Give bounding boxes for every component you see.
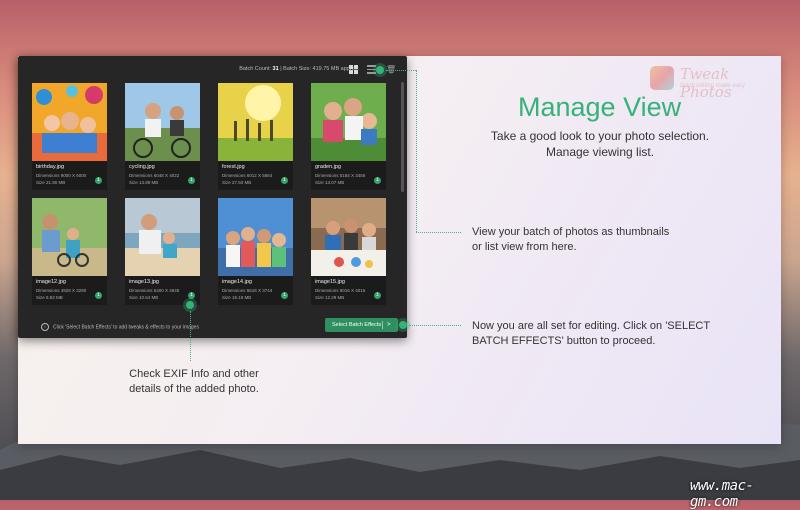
list-view-icon[interactable] <box>367 65 376 74</box>
callout-dot-view <box>376 66 384 74</box>
photo-filename: birthday.jpg <box>36 164 65 170</box>
photo-filename: image14.jpg <box>222 279 252 285</box>
photo-dimensions: Dimensions 6012 X 5664 <box>222 173 273 178</box>
photo-thumbnail <box>125 198 200 276</box>
watermark: www.mac-gm.com <box>690 478 754 510</box>
scrollbar[interactable] <box>401 82 404 192</box>
photo-dimensions: Dimensions 6048 X 4022 <box>129 173 180 178</box>
footer-hint-text: Click 'Select Batch Effects' to add twea… <box>53 324 199 331</box>
photo-thumbnail <box>32 198 107 276</box>
callout-line-view-end <box>416 232 461 233</box>
photo-thumbnail <box>311 83 386 161</box>
logo-tagline: batch editing made easy <box>680 83 746 89</box>
callout-line-view-vertical <box>416 70 417 232</box>
select-batch-effects-label: Select Batch Effects <box>332 322 382 328</box>
photo-size: Size 12.29 MB <box>315 295 345 300</box>
callout-line-view <box>386 70 416 71</box>
photo-card[interactable]: image12.jpg Dimensions 4928 X 3280 Size … <box>32 198 107 305</box>
photo-card[interactable]: image14.jpg Dimensions 5616 X 3744 Size … <box>218 198 293 305</box>
chevron-right-icon: > <box>387 322 391 328</box>
callout-dot-select <box>399 321 407 329</box>
photo-size: Size 13.89 MB <box>129 180 159 185</box>
app-window: Batch Count: 31 | Batch Size: 419.75 MB … <box>18 56 407 338</box>
tutorial-title: Manage View <box>518 92 682 122</box>
photo-card[interactable]: cycling.jpg Dimensions 6048 X 4022 Size … <box>125 83 200 190</box>
select-batch-effects-button[interactable]: Select Batch Effects > <box>325 318 398 332</box>
note-select-line-2: BATCH EFFECTS' button to proceed. <box>472 335 656 347</box>
batch-count-value: 31 <box>272 66 279 72</box>
note-view-toggle: View your batch of photos as thumbnails … <box>472 225 669 255</box>
subtitle-line-2: Manage viewing list. <box>545 145 655 159</box>
photo-dimensions: Dimensions 6016 X 4016 <box>315 288 366 293</box>
callout-dot-exif <box>186 301 194 309</box>
photo-card[interactable]: image15.jpg Dimensions 6016 X 4016 Size … <box>311 198 386 305</box>
photo-card[interactable]: birthday.jpg Dimensions 9000 X 6000 Size… <box>32 83 107 190</box>
batch-count-label: Batch Count: <box>239 66 271 72</box>
note-exif-line-1: Check EXIF Info and other <box>129 368 259 380</box>
footer-hint: i Click 'Select Batch Effects' to add twe… <box>41 323 199 331</box>
note-view-line-2: or list view from here. <box>472 241 577 253</box>
note-exif-line-2: details of the added photo. <box>129 383 259 395</box>
info-icon[interactable]: i <box>281 177 288 184</box>
photo-size: Size 16.18 MB <box>222 295 252 300</box>
info-outline-icon: i <box>41 323 49 331</box>
photo-dimensions: Dimensions 4928 X 3280 <box>36 288 87 293</box>
info-icon[interactable]: i <box>374 177 381 184</box>
photo-thumbnail <box>311 198 386 276</box>
photo-size: Size 21.90 MB <box>36 180 66 185</box>
callout-line-select <box>409 325 461 326</box>
note-select-effects: Now you are all set for editing. Click o… <box>472 319 710 349</box>
button-separator <box>382 321 383 329</box>
photo-thumbnail <box>32 83 107 161</box>
photo-dimensions: Dimensions 9000 X 6000 <box>36 173 87 178</box>
batch-info: Batch Count: 31 | Batch Size: 419.75 MB … <box>239 66 359 72</box>
tutorial-subtitle: Take a good look to your photo selection… <box>470 128 730 160</box>
toolbar: Batch Count: 31 | Batch Size: 419.75 MB … <box>18 56 407 84</box>
batch-separator: | <box>280 66 282 72</box>
photo-filename: cycling.jpg <box>129 164 155 170</box>
photo-size: Size 10.64 MB <box>129 295 159 300</box>
photo-thumbnail <box>218 83 293 161</box>
info-icon[interactable]: i <box>95 292 102 299</box>
photo-size: Size 13.07 MB <box>315 180 345 185</box>
photo-dimensions: Dimensions 5184 X 3456 <box>315 173 366 178</box>
photo-filename: image12.jpg <box>36 279 66 285</box>
photo-filename: graden.jpg <box>315 164 341 170</box>
photo-filename: image13.jpg <box>129 279 159 285</box>
info-icon[interactable]: i <box>188 177 195 184</box>
info-icon[interactable]: i <box>281 292 288 299</box>
photo-dimensions: Dimensions 6400 X 4848 <box>129 288 180 293</box>
photo-size: Size 27.50 MB <box>222 180 252 185</box>
photo-card[interactable]: graden.jpg Dimensions 5184 X 3456 Size 1… <box>311 83 386 190</box>
info-icon[interactable]: i <box>188 292 195 299</box>
note-view-line-1: View your batch of photos as thumbnails <box>472 226 670 238</box>
note-exif: Check EXIF Info and other details of the… <box>126 367 262 397</box>
info-icon[interactable]: i <box>95 177 102 184</box>
photo-thumbnail <box>218 198 293 276</box>
info-icon[interactable]: i <box>374 292 381 299</box>
tweak-photos-logo: Tweak Photos batch editing made easy <box>650 64 780 101</box>
grid-view-icon[interactable] <box>349 65 358 74</box>
app-logo-icon <box>650 66 674 90</box>
callout-line-exif <box>190 311 191 361</box>
photo-thumbnail <box>125 83 200 161</box>
photo-size: Size 8.83 MB <box>36 295 63 300</box>
subtitle-line-1: Take a good look to your photo selection… <box>490 129 710 143</box>
photo-card[interactable]: forest.jpg Dimensions 6012 X 5664 Size 2… <box>218 83 293 190</box>
photo-filename: image15.jpg <box>315 279 345 285</box>
photo-filename: forest.jpg <box>222 164 245 170</box>
batch-size-label: Batch Size: <box>283 66 311 72</box>
photo-card[interactable]: image13.jpg Dimensions 6400 X 4848 Size … <box>125 198 200 305</box>
photo-dimensions: Dimensions 5616 X 3744 <box>222 288 273 293</box>
note-select-line-1: Now you are all set for editing. Click o… <box>472 320 711 332</box>
